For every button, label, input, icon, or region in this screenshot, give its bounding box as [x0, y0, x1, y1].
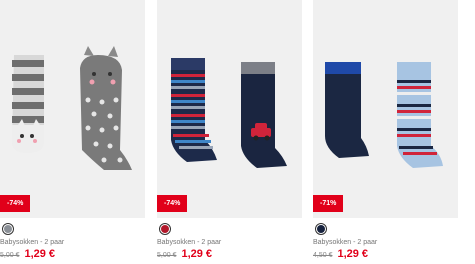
product-name[interactable]: Babysokken - 2 paar	[0, 239, 64, 246]
price-row: 5,00 € 1,29 €	[157, 248, 212, 260]
product-image[interactable]: -74%	[0, 0, 145, 218]
product-image[interactable]: -74%	[157, 0, 302, 218]
old-price: 5,00 €	[0, 252, 20, 259]
old-price: 4,50 €	[313, 252, 333, 259]
swatch-dot	[161, 225, 169, 233]
price-row: 5,00 € 1,29 €	[0, 248, 55, 260]
color-swatch[interactable]	[2, 223, 14, 235]
old-price: 5,00 €	[157, 252, 177, 259]
discount-badge: -74%	[157, 195, 188, 212]
grey-cat-socks-image	[12, 46, 132, 170]
color-swatch[interactable]	[315, 223, 327, 235]
product-grid: -74% Babysokken - 2 paar 5,00 € 1,29 € -…	[0, 0, 475, 264]
color-swatch[interactable]	[159, 223, 171, 235]
sale-price: 1,29 €	[337, 248, 369, 260]
discount-badge: -74%	[0, 195, 31, 212]
sale-price: 1,29 €	[24, 248, 56, 260]
navy-blue-striped-socks-image	[325, 62, 443, 168]
sale-price: 1,29 €	[181, 248, 213, 260]
swatch-dot	[4, 225, 12, 233]
product-name[interactable]: Babysokken - 2 paar	[313, 239, 377, 246]
swatch-dot	[317, 225, 325, 233]
product-image[interactable]: -71%	[313, 0, 458, 218]
discount-badge: -71%	[313, 195, 344, 212]
product-card[interactable]: -71% Babysokken - 2 paar 4,50 € 1,29 €	[313, 0, 458, 264]
navy-striped-car-socks-image	[171, 58, 287, 168]
price-row: 4,50 € 1,29 €	[313, 248, 368, 260]
product-name[interactable]: Babysokken - 2 paar	[157, 239, 221, 246]
product-card[interactable]: -74% Babysokken - 2 paar 5,00 € 1,29 €	[157, 0, 302, 264]
product-card[interactable]: -74% Babysokken - 2 paar 5,00 € 1,29 €	[0, 0, 145, 264]
